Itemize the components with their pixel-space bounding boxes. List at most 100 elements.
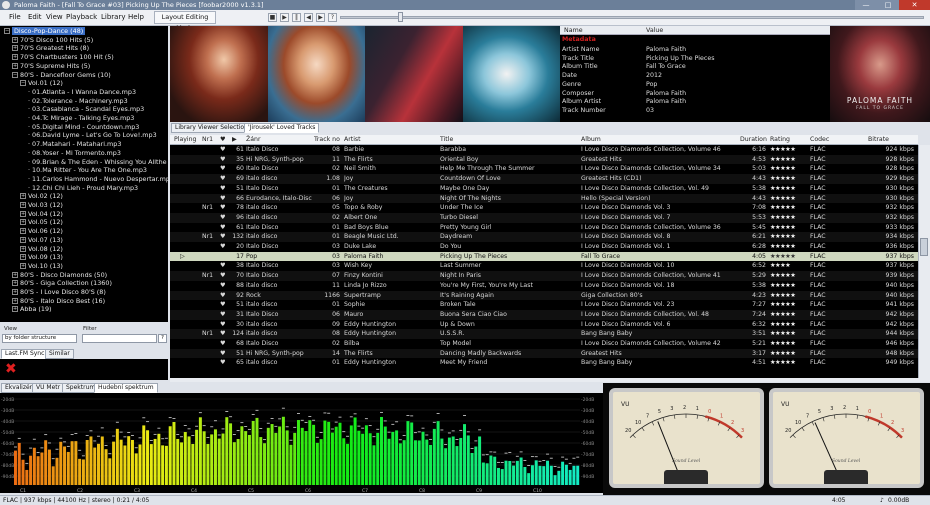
tree-expander-icon[interactable]: + <box>20 202 26 208</box>
tree-expander-icon[interactable]: + <box>20 245 26 252</box>
col-album[interactable]: Album <box>581 135 601 145</box>
layout-editing-button[interactable]: Layout Editing Mode <box>154 11 216 32</box>
spectrum-bar <box>157 433 161 485</box>
tab-library-viewer-selection[interactable]: Library Viewer Selection <box>171 123 252 133</box>
tree-expander-icon[interactable]: + <box>20 228 26 235</box>
tab-loved-tracks[interactable]: 'Jirousek' Loved Tracks <box>244 123 320 133</box>
spectrum-bar <box>421 431 425 485</box>
maximize-button[interactable]: □ <box>877 0 899 10</box>
tree-expander-icon[interactable]: + <box>12 271 18 278</box>
playlist-row[interactable]: ♥ 51 Hi NRG, Synth-pop 14 The Flirts Dancing … <box>170 348 918 359</box>
minimize-button[interactable]: — <box>855 0 877 10</box>
cell-album: I Love Disco Diamonds Vol. 3 <box>581 204 671 212</box>
seek-bar[interactable] <box>340 16 924 19</box>
tree-expander-icon[interactable]: + <box>20 236 26 243</box>
tree-expander-icon[interactable]: − <box>20 80 26 87</box>
previous-icon[interactable]: ◀ <box>304 13 313 22</box>
view-select[interactable]: by folder structure <box>2 334 77 343</box>
playlist-row[interactable]: ♥ 30 italo disco 09 Eddy Huntington Up & Down… <box>170 320 918 330</box>
playlist-row[interactable]: ♥ 68 Italo Disco 02 Bilba Top Model I Love Dis… <box>170 339 918 349</box>
stop-icon[interactable]: ■ <box>268 13 277 22</box>
tree-expander-icon[interactable]: + <box>20 193 26 200</box>
playlist-row[interactable]: ♥ 61 Italo Disco 01 Bad Boys Blue Pretty Youn… <box>170 223 918 233</box>
playlist-row[interactable]: Nr1 ♥ 124 italo disco 08 Eddy Huntington U.S.S… <box>170 329 918 339</box>
playlist-row[interactable]: ♥ 96 italo disco 02 Albert One Turbo Diesel I … <box>170 212 918 223</box>
tree-expander-icon[interactable]: + <box>20 254 26 261</box>
playlist-row[interactable]: ♥ 35 Hi NRG, Synth-pop 11 The Flirts Oriental… <box>170 154 918 165</box>
playlist-row[interactable]: ♥ 69 italo disco 1.08 Joy Countdown Of Love Gr… <box>170 174 918 184</box>
cell-fav: ♥ <box>220 146 226 153</box>
tree-expander-icon[interactable]: + <box>12 36 18 43</box>
menu-library[interactable]: Library <box>101 12 125 23</box>
tab-equalizer[interactable]: Ekvalizér <box>1 383 37 393</box>
col-track-no[interactable]: Track no <box>314 135 340 145</box>
play-icon[interactable]: ▶ <box>280 13 289 22</box>
playlist-row[interactable]: Nr1 ♥ 70 Italo Disco 07 Finzy Kontini Night In… <box>170 271 918 281</box>
playlist-row[interactable]: ▷ 17 Pop 03 Paloma Faith Picking Up The Piece… <box>170 251 918 262</box>
tree-expander-icon[interactable]: + <box>12 45 18 52</box>
tab-music-spectrum[interactable]: Hudební spektrum <box>94 383 158 393</box>
playlist-row[interactable]: ♥ 92 Rock 1166 Supertramp It's Raining Again G… <box>170 290 918 301</box>
tree-expander-icon[interactable]: + <box>12 54 18 61</box>
tree-expander-icon[interactable]: − <box>12 71 18 78</box>
tree-expander-icon[interactable]: + <box>12 306 18 313</box>
col-genre[interactable]: Žánr <box>246 135 261 145</box>
menu-playback[interactable]: Playback <box>66 12 97 23</box>
playlist-row[interactable]: ♥ 61 Italo Disco 08 Barbie Barabba I Love Disc… <box>170 145 918 155</box>
tree-expander-icon[interactable]: − <box>4 28 10 34</box>
playlist-row[interactable]: ♥ 31 Italo Disco 06 Mauro Buona Sera Ciao Cia… <box>170 309 918 320</box>
playlist-row[interactable]: Nr1 ♥ 132 italo disco 01 Beagle Music Ltd. Day… <box>170 232 918 242</box>
tree-expander-icon[interactable]: + <box>12 289 18 295</box>
col-title[interactable]: Title <box>440 135 453 145</box>
playlist-row[interactable]: ♥ 51 Italo Disco 01 The Creatures Maybe One D… <box>170 184 918 194</box>
pause-icon[interactable]: ‖ <box>292 13 301 22</box>
filter-clear-button[interactable]: ? <box>158 334 167 343</box>
col-bitrate[interactable]: Bitrate <box>868 135 889 145</box>
random-icon[interactable]: ? <box>328 13 337 22</box>
cell-fav: ♥ <box>220 340 226 347</box>
filter-input[interactable] <box>82 334 157 343</box>
close-button[interactable]: ✕ <box>899 0 930 10</box>
cell-fav: ♥ <box>220 204 226 212</box>
tab-lastfm-sync[interactable]: Last.FM Sync <box>1 349 49 359</box>
playlist-scrollbar[interactable] <box>918 145 930 378</box>
tree-expander-icon[interactable]: + <box>12 297 18 304</box>
tree-expander-icon[interactable]: + <box>12 62 18 69</box>
tree-expander-icon[interactable]: + <box>20 210 26 217</box>
col-playing[interactable]: Playing <box>174 135 196 145</box>
col-artist[interactable]: Artist <box>344 135 361 145</box>
tree-expander-icon[interactable]: + <box>20 219 26 226</box>
tree-item[interactable]: + Abba (19) <box>12 305 52 315</box>
col-codec[interactable]: Codec <box>810 135 829 145</box>
menu-file[interactable]: File <box>9 12 21 23</box>
tree-expander-icon[interactable]: + <box>20 262 26 269</box>
tab-vu-meter[interactable]: VU Metr <box>32 383 65 393</box>
col-play-count[interactable]: ▶ <box>232 135 237 145</box>
playlist-row[interactable]: ♥ 88 italo disco 11 Linda Jo Rizzo You're My … <box>170 281 918 291</box>
menu-edit[interactable]: Edit <box>28 12 42 23</box>
playlist-scroll-thumb[interactable] <box>920 238 928 256</box>
tab-similar[interactable]: Similar <box>45 349 74 359</box>
playlist-row[interactable]: Nr1 ♥ 78 italo disco 05 Topo & Roby Under The … <box>170 203 918 213</box>
seek-handle[interactable] <box>398 12 403 22</box>
playlist-row[interactable]: ♥ 51 italo disco 01 Sophie Broken Tale I Love … <box>170 300 918 310</box>
playlist-row[interactable]: ♥ 20 Italo Disco 03 Duke Lake Do You I Love Di… <box>170 242 918 252</box>
tree-expander-icon[interactable]: + <box>12 280 18 287</box>
col-duration[interactable]: Duration <box>740 135 767 145</box>
spectrum-bar <box>353 417 357 485</box>
playlist-row[interactable]: ♥ 66 Eurodance, Italo-Disco 06 Joy Night Of T… <box>170 193 918 204</box>
next-icon[interactable]: ▶ <box>316 13 325 22</box>
col-value-header[interactable]: Value <box>646 26 663 35</box>
menu-help[interactable]: Help <box>128 12 144 23</box>
col-fav[interactable]: ♥ <box>220 135 226 145</box>
col-nr1[interactable]: Nr1 <box>202 135 213 145</box>
col-rating[interactable]: Rating <box>770 135 790 145</box>
library-tree[interactable]: − Disco-Pop-Dance (48) +70'S Disco 100 Hit… <box>0 26 168 322</box>
playlist[interactable]: ♥ 61 Italo Disco 08 Barbie Barabba I Love Disc… <box>170 145 918 378</box>
playlist-row[interactable]: ♥ 65 italo disco 01 Eddy Huntington Meet My F… <box>170 358 918 368</box>
spectrum-peak <box>138 437 142 439</box>
playlist-row[interactable]: ♥ 38 Italo Disco 03 Wish Key Last Summer I Lov… <box>170 261 918 271</box>
menu-view[interactable]: View <box>46 12 63 23</box>
col-name-header[interactable]: Name <box>564 26 583 35</box>
playlist-row[interactable]: ♥ 60 Italo Disco 02 Neil Smith Help Me Throug… <box>170 164 918 174</box>
